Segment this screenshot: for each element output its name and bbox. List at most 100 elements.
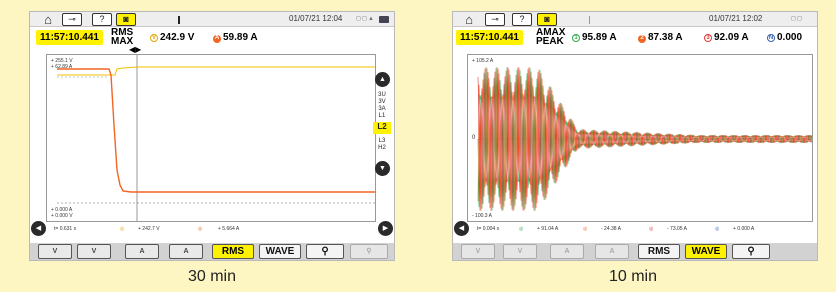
trend-chart-svg	[57, 55, 375, 221]
waveform-series	[477, 66, 813, 212]
caption-right: 10 min	[608, 268, 658, 285]
bottom-toolbar: V V A A RMS WAVE ⚲	[453, 243, 817, 260]
cursor-legend: t= 0.004 s ◎ + 91.04 A ◎ - 24.38 A ◎ - 7…	[471, 223, 799, 235]
voltage-readout: 242.9 V	[160, 32, 195, 43]
scroll-up-icon[interactable]: ▲	[375, 72, 390, 87]
phase2-readout: 87.38 A	[648, 32, 683, 43]
phase3-badge-icon: 3	[704, 34, 712, 42]
timestamp-badge: 11:57:10.441	[36, 30, 103, 45]
help-icon[interactable]: ?	[92, 13, 112, 26]
phase1-readout: 95.89 A	[582, 32, 617, 43]
legend-a-icon: ◎	[198, 226, 203, 232]
left-screenshot-panel: ⌂ ⊸ ? ◙ 01/07/21 12:04 ◻◻▲ 11:57:10.441 …	[29, 11, 395, 261]
y-label-bot-v: + 0.000 V	[51, 213, 73, 219]
cursor-left-icon[interactable]: ◀	[454, 221, 469, 236]
legend-v-icon: ◎	[120, 226, 125, 232]
status-bar: ⌂ ⊸ ? ◙ 01/07/21 12:02 ◻◻	[453, 12, 817, 27]
current-value: A 59.89 A	[213, 32, 258, 43]
voltage-cursor-button[interactable]: V	[38, 244, 72, 259]
caption-left: 30 min	[187, 268, 237, 285]
legend-1: + 91.04 A	[537, 226, 559, 232]
scroll-down-icon[interactable]: ▼	[375, 161, 390, 176]
wave-button[interactable]: WAVE	[259, 244, 301, 259]
current-series-line	[57, 68, 375, 193]
side-item-h2[interactable]: H2	[373, 145, 391, 151]
phase1-badge-icon: 1	[572, 34, 580, 42]
y-label-top-a: + 62.89 A	[51, 64, 73, 70]
plug-icon[interactable]: ⊸	[62, 13, 82, 26]
legend-2: - 24.38 A	[601, 226, 622, 232]
home-icon[interactable]: ⌂	[38, 13, 58, 26]
waveform-chart-svg	[477, 66, 813, 212]
legend-2-icon: ◎	[583, 226, 588, 232]
datetime: 01/07/21 12:02	[709, 14, 763, 23]
cursor-left-icon[interactable]: ◀	[31, 221, 46, 236]
legend-a: + 5.664 A	[218, 226, 240, 232]
side-item-3v[interactable]: 3V	[373, 99, 391, 105]
side-item-3u[interactable]: 3U	[373, 92, 391, 98]
home-icon[interactable]: ⌂	[459, 13, 479, 26]
cursor-right-icon[interactable]: ▶	[378, 221, 393, 236]
cursor-marker-icon[interactable]: ◀▶	[129, 45, 141, 54]
phase2-value: 2 87.38 A	[638, 32, 683, 43]
legend-time: t= 0.004 s	[477, 226, 500, 232]
current-trigger-button[interactable]: A	[169, 244, 203, 259]
voltage-trigger-button[interactable]: V	[77, 244, 111, 259]
side-item-l2[interactable]: L2	[373, 122, 391, 134]
legend-v: + 242.7 V	[138, 226, 160, 232]
rms-button[interactable]: RMS	[638, 244, 680, 259]
y-label-zero: 0	[472, 135, 476, 141]
current-badge-icon: A	[213, 35, 221, 43]
y-label-top: + 105.2 A	[472, 58, 494, 64]
voltage-trigger-button[interactable]: V	[503, 244, 537, 259]
camera-icon[interactable]: ◙	[116, 13, 136, 26]
phase3-value: 3 92.09 A	[704, 32, 749, 43]
phase3-readout: 92.09 A	[714, 32, 749, 43]
battery-icon	[379, 16, 389, 23]
phase1-value: 1 95.89 A	[572, 32, 617, 43]
bottom-toolbar: V V A A RMS WAVE ⚲ ⚲	[30, 243, 394, 260]
phase2-badge-icon: 2	[638, 35, 646, 43]
help-icon[interactable]: ?	[512, 13, 532, 26]
neutral-value: N 0.000	[767, 32, 802, 43]
status-icons: ◻◻▲	[356, 16, 375, 22]
neutral-readout: 0.000	[777, 32, 803, 43]
legend-n-icon: ◎	[715, 226, 720, 232]
right-screenshot-panel: ⌂ ⊸ ? ◙ 01/07/21 12:02 ◻◻ 11:57:10.441 A…	[452, 11, 818, 261]
camera-icon[interactable]: ◙	[537, 13, 557, 26]
legend-n: + 0.000 A	[733, 226, 755, 232]
wave-button[interactable]: WAVE	[685, 244, 727, 259]
mode-peak: PEAK	[536, 36, 564, 47]
legend-1-icon: ◎	[519, 226, 524, 232]
status-icons: ◻◻	[791, 16, 803, 22]
voltage-cursor-button[interactable]: V	[461, 244, 495, 259]
neutral-badge-icon: N	[767, 34, 775, 42]
progress-indicator	[589, 16, 590, 24]
current-trigger-button[interactable]: A	[595, 244, 629, 259]
zoom-out-button[interactable]: ⚲	[350, 244, 388, 259]
voltage-series-line	[57, 66, 375, 76]
voltage-badge-icon: V	[150, 34, 158, 42]
side-item-3a[interactable]: 3A	[373, 106, 391, 112]
measurement-mode: AMAX PEAK	[536, 28, 565, 47]
trend-plot[interactable]	[46, 54, 376, 222]
y-label-bottom: - 100.3 A	[472, 213, 493, 219]
zoom-in-button[interactable]: ⚲	[306, 244, 344, 259]
current-cursor-button[interactable]: A	[125, 244, 159, 259]
rms-button[interactable]: RMS	[212, 244, 254, 259]
current-readout: 59.89 A	[223, 32, 258, 43]
side-item-l3[interactable]: L3	[373, 138, 391, 144]
legend-time: t= 0.631 s	[54, 226, 77, 232]
measurement-mode: RMS MAX	[111, 28, 133, 47]
status-bar: ⌂ ⊸ ? ◙ 01/07/21 12:04 ◻◻▲	[30, 12, 394, 27]
timestamp-badge: 11:57:10.441	[456, 30, 523, 45]
progress-indicator	[178, 16, 180, 24]
cursor-legend: t= 0.631 s ◎ + 242.7 V ◎ + 5.664 A	[48, 223, 376, 235]
plug-icon[interactable]: ⊸	[485, 13, 505, 26]
waveform-plot[interactable]	[467, 54, 813, 222]
current-cursor-button[interactable]: A	[550, 244, 584, 259]
side-item-l1[interactable]: L1	[373, 113, 391, 119]
voltage-value: V 242.9 V	[150, 32, 194, 43]
zoom-in-button[interactable]: ⚲	[732, 244, 770, 259]
legend-3-icon: ◎	[649, 226, 654, 232]
